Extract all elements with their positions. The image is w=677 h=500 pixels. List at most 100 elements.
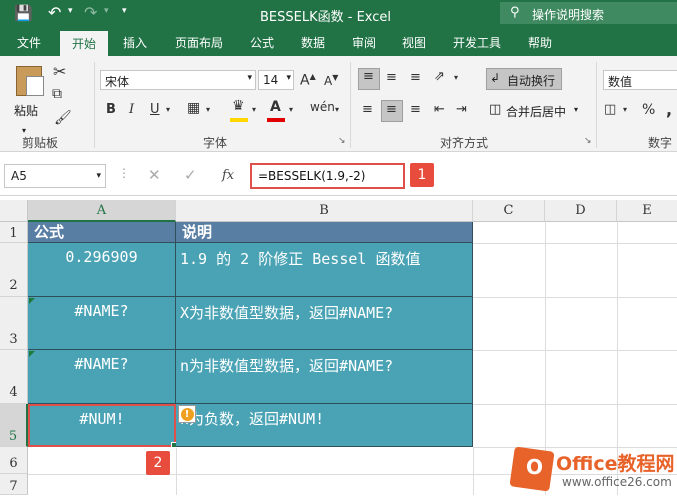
description-text: X为非数值型数据，返回#NAME? [180,304,394,322]
tab-data[interactable]: 数据 [301,34,325,51]
column-header-d[interactable]: D [545,200,617,222]
column-header-b[interactable]: B [176,200,473,222]
row-header-4[interactable]: 4 [0,350,28,404]
cancel-icon[interactable]: ✕ [148,166,161,184]
formula-result: #NAME? [74,302,129,320]
formula-input[interactable]: =BESSELK(1.9,-2) [250,163,405,189]
chevron-down-icon: ▾ [574,105,579,114]
orientation-icon[interactable]: ⇗ [434,69,445,84]
underline-dropdown-icon[interactable]: ▾ [166,105,170,114]
tab-formulas[interactable]: 公式 [250,34,274,51]
insert-function-button[interactable]: fx [222,168,234,183]
column-header-e[interactable]: E [617,200,677,222]
font-dialog-launcher-icon[interactable]: ↘ [338,136,346,146]
increase-indent-icon[interactable]: ⇥ [456,102,467,117]
search-icon: ⚲ [510,5,520,20]
cut-icon[interactable]: ✂ [53,62,66,81]
save-icon[interactable]: 💾 [14,4,33,22]
row-header-2[interactable]: 2 [0,243,28,297]
cell-a4[interactable]: #NAME? [28,350,176,404]
number-format-select[interactable]: 数值 [603,70,677,90]
font-name-select[interactable]: 宋体 ▾ [100,70,256,90]
row-header-5[interactable]: 5 [0,404,28,447]
column-header-a[interactable]: A [28,200,176,222]
border-icon[interactable]: ▦ [187,100,200,116]
tab-review[interactable]: 审阅 [352,34,376,51]
cell-b2[interactable]: 1.9 的 2 阶修正 Bessel 函数值 [176,243,473,297]
tell-me-search[interactable]: ⚲ 操作说明搜索 [500,2,677,24]
tab-developer[interactable]: 开发工具 [453,34,501,51]
wrap-text-button[interactable]: ↲ 自动换行 [486,68,562,90]
cell-b1[interactable]: 说明 [176,222,473,243]
phonetic-dropdown-icon[interactable]: ▾ [335,105,339,114]
cell-b4[interactable]: n为非数值型数据，返回#NAME? [176,350,473,404]
tab-home[interactable]: 开始 [60,31,109,56]
font-group-label: 字体 [203,136,228,150]
accounting-format-icon[interactable]: ◫ [604,102,616,117]
undo-icon[interactable]: ↶ [48,3,61,22]
watermark-url: www.office26.com [562,475,672,489]
name-box[interactable]: A5 ▾ [4,164,106,188]
formula-text: =BESSELK(1.9,-2) [258,169,366,183]
description-text: n为负数，返回#NUM! [180,410,325,428]
decrease-font-icon[interactable]: A▼ [324,73,338,88]
cell-a5[interactable]: #NUM! [28,404,176,447]
border-dropdown-icon[interactable]: ▾ [206,105,210,114]
paste-button[interactable]: 粘贴 [12,64,46,118]
cell-a2[interactable]: 0.296909 [28,243,176,297]
cell-b5[interactable]: n为负数，返回#NUM! [176,404,473,447]
enter-icon[interactable]: ✓ [184,166,197,184]
redo-dropdown-icon[interactable]: ▾ [104,6,109,16]
phonetic-icon[interactable]: wén [310,100,335,114]
callout-badge-2: 2 [146,451,170,475]
alignment-dialog-launcher-icon[interactable]: ↘ [584,136,592,146]
redo-icon[interactable]: ↷ [84,3,97,22]
fill-dropdown-icon[interactable]: ▾ [252,105,256,114]
chevron-down-icon: ▾ [286,73,291,83]
cell-a3[interactable]: #NAME? [28,297,176,350]
comma-button[interactable]: , [666,100,672,119]
underline-button[interactable]: U [150,102,160,117]
align-left-icon[interactable]: ≡ [362,102,373,117]
italic-button[interactable]: I [129,102,134,117]
row-header-3[interactable]: 3 [0,297,28,350]
tab-view[interactable]: 视图 [402,34,426,51]
copy-icon[interactable]: ⧉ [52,86,62,102]
orientation-dropdown-icon[interactable]: ▾ [454,73,458,82]
accounting-dropdown-icon[interactable]: ▾ [623,105,627,114]
undo-dropdown-icon[interactable]: ▾ [68,6,73,16]
increase-font-icon[interactable]: A▲ [300,72,316,89]
select-all-corner[interactable] [0,200,28,222]
tab-file[interactable]: 文件 [17,34,41,51]
row-header-1[interactable]: 1 [0,222,28,243]
watermark-brand: Office教程网 [556,453,675,475]
bold-button[interactable]: B [106,102,116,117]
row-header-7[interactable]: 7 [0,474,28,495]
align-bottom-icon[interactable]: ≡ [410,70,421,85]
search-placeholder: 操作说明搜索 [532,8,605,22]
font-size-select[interactable]: 14 ▾ [258,70,294,90]
font-color-icon[interactable]: A [270,99,281,115]
tab-page-layout[interactable]: 页面布局 [175,34,223,51]
decrease-indent-icon[interactable]: ⇤ [434,102,445,117]
cell-b3[interactable]: X为非数值型数据，返回#NAME? [176,297,473,350]
percent-button[interactable]: % [642,102,655,118]
align-top-icon: ≡ [363,69,374,84]
tab-insert[interactable]: 插入 [123,34,147,51]
customize-qat-icon[interactable]: ▾ [122,6,127,16]
cell-a1[interactable]: 公式 [28,222,176,243]
error-warning-icon[interactable]: ! [178,405,196,423]
font-color-dropdown-icon[interactable]: ▾ [289,105,293,114]
formula-result: 0.296909 [65,248,138,266]
tab-help[interactable]: 帮助 [528,34,552,51]
chevron-down-icon: ▾ [247,73,252,83]
align-right-icon[interactable]: ≡ [410,102,421,117]
row-header-6[interactable]: 6 [0,447,28,474]
align-middle-icon[interactable]: ≡ [386,70,397,85]
watermark: O Office教程网 www.office26.com [509,446,677,495]
merge-center-button[interactable]: ◫ 合并后居中 ▾ [486,100,586,122]
fill-color-icon[interactable]: ♛ [232,98,245,114]
format-painter-icon[interactable]: 🖌 [54,110,72,126]
column-header-c[interactable]: C [473,200,545,222]
font-size-value: 14 [263,73,279,87]
